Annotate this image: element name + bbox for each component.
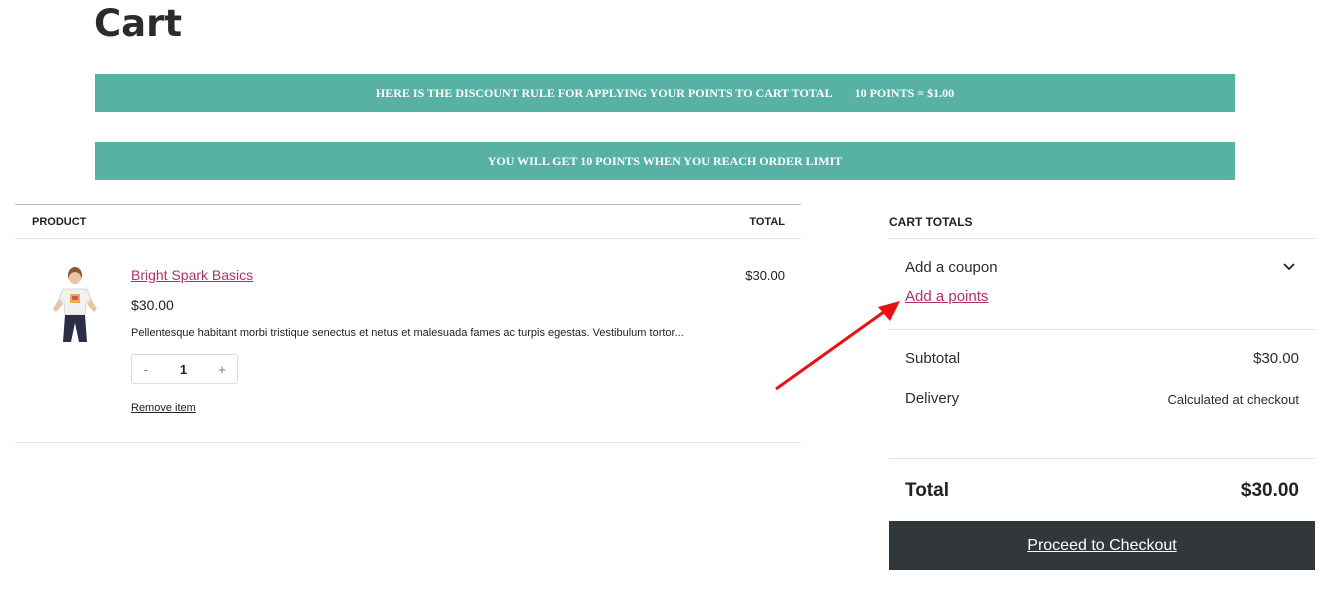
order-limit-text: YOU WILL GET 10 POINTS WHEN YOU REACH OR…	[487, 153, 843, 168]
product-description: Pellentesque habitant morbi tristique se…	[131, 327, 684, 339]
add-coupon-label: Add a coupon	[905, 259, 998, 276]
product-thumbnail[interactable]	[45, 265, 105, 345]
product-price: $30.00	[131, 297, 174, 313]
product-name-link[interactable]: Bright Spark Basics	[131, 267, 253, 283]
delivery-value: Calculated at checkout	[1167, 392, 1299, 407]
order-limit-banner: YOU WILL GET 10 POINTS WHEN YOU REACH OR…	[95, 142, 1235, 180]
divider	[889, 458, 1315, 459]
subtotal-value: $30.00	[1253, 350, 1299, 367]
quantity-increase-button[interactable]: +	[207, 362, 237, 377]
divider	[889, 329, 1315, 330]
page-title: Cart	[94, 2, 183, 45]
divider	[889, 238, 1315, 239]
column-header-product: PRODUCT	[32, 216, 87, 228]
cart-item-row: Bright Spark Basics $30.00 Pellentesque …	[15, 239, 801, 443]
total-value: $30.00	[1240, 480, 1299, 501]
subtotal-label: Subtotal	[905, 350, 961, 367]
delivery-label: Delivery	[905, 390, 960, 407]
proceed-to-checkout-label: Proceed to Checkout	[1027, 536, 1177, 554]
cart-table: PRODUCT TOTAL Bright Spark Basics $30.00…	[15, 204, 801, 443]
column-header-total: TOTAL	[749, 216, 785, 228]
quantity-decrease-button[interactable]: -	[132, 362, 160, 377]
total-label: Total	[905, 480, 949, 501]
add-points-link[interactable]: Add a points	[905, 288, 988, 305]
cart-totals-heading: CART TOTALS	[889, 215, 973, 229]
remove-item-link[interactable]: Remove item	[131, 402, 196, 414]
cart-table-header: PRODUCT TOTAL	[15, 204, 801, 239]
quantity-stepper: - 1 +	[131, 354, 238, 384]
quantity-input[interactable]: 1	[160, 362, 207, 377]
discount-rule-value: 10 POINTS = $1.00	[854, 85, 955, 100]
proceed-to-checkout-button[interactable]: Proceed to Checkout	[889, 521, 1315, 570]
add-coupon-toggle[interactable]: Add a coupon	[905, 259, 1299, 276]
chevron-down-icon[interactable]	[1279, 259, 1299, 275]
discount-rule-text: HERE IS THE DISCOUNT RULE FOR APPLYING Y…	[375, 85, 833, 100]
discount-rule-banner: HERE IS THE DISCOUNT RULE FOR APPLYING Y…	[95, 74, 1235, 112]
annotation-arrow-icon	[775, 301, 900, 391]
line-total: $30.00	[745, 268, 785, 283]
